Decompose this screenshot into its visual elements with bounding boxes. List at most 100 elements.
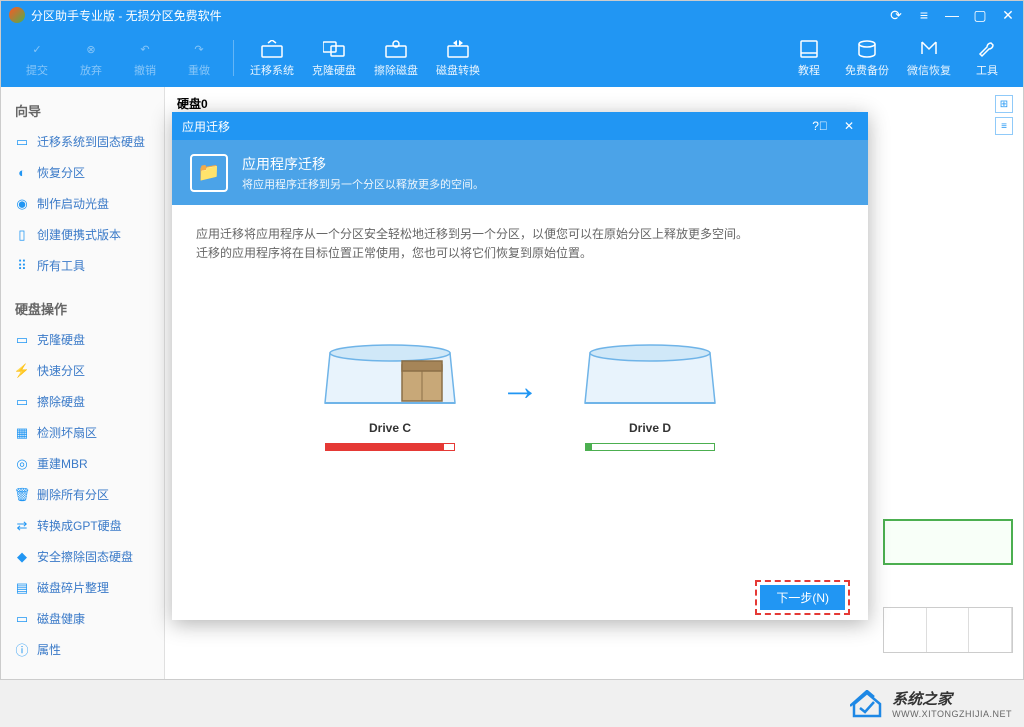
convert-icon <box>447 38 469 60</box>
sidebar-item-recover[interactable]: ◐ 恢复分区 <box>1 157 164 188</box>
sidebar-label: 磁盘健康 <box>37 610 85 627</box>
clone-button[interactable]: 克隆硬盘 <box>306 34 362 82</box>
sidebar-item-erase-disk[interactable]: ▭ 擦除硬盘 <box>1 386 164 417</box>
help-icon[interactable]: ?⃝ <box>808 119 832 133</box>
shield-icon: ◆ <box>15 550 29 564</box>
sidebar-item-migrate-ssd[interactable]: ▭迁移系统到固态硬盘 <box>1 126 164 157</box>
wizard-section-title: 向导 <box>1 95 164 126</box>
redo-label: 重做 <box>188 62 210 78</box>
wechat-button[interactable]: 微信恢复 <box>901 34 957 82</box>
source-drive: Drive C <box>320 323 460 451</box>
drive-d-label: Drive D <box>629 421 671 435</box>
undo-button[interactable]: ↶撤销 <box>121 34 169 82</box>
wrench-icon <box>976 38 998 60</box>
undo-icon: ↶ <box>134 38 156 60</box>
disk-label: 硬盘0 <box>171 93 1017 114</box>
redo-button[interactable]: ↷重做 <box>175 34 223 82</box>
sidebar-item-health[interactable]: ▭磁盘健康 <box>1 603 164 634</box>
migrate-button[interactable]: 迁移系统 <box>244 34 300 82</box>
sidebar-item-defrag[interactable]: ▤ 磁盘碎片整理 <box>1 572 164 603</box>
wechat-icon <box>918 38 940 60</box>
sidebar-label: 转换成GPT硬盘 <box>37 517 122 534</box>
sidebar-label: 恢复分区 <box>37 164 85 181</box>
submit-label: 提交 <box>26 62 48 78</box>
sidebar-label: 擦除硬盘 <box>37 393 85 410</box>
dialog-header-subtitle: 将应用程序迁移到另一个分区以释放更多的空间。 <box>242 176 484 192</box>
sidebar-label: 删除所有分区 <box>37 486 109 503</box>
dialog-body: 应用迁移将应用程序从一个分区安全轻松地迁移到另一个分区，以便您可以在原始分区上释… <box>172 205 868 575</box>
clone-disk-icon: ▭ <box>15 333 29 347</box>
sidebar: 向导 ▭迁移系统到固态硬盘 ◐ 恢复分区 ◉ 制作启动光盘 ▯ 创建便携式版本 ⠿所有… <box>1 87 165 679</box>
refresh-icon[interactable]: ⟳ <box>889 8 903 22</box>
target-drive: Drive D <box>580 323 720 451</box>
partition-bar-2[interactable] <box>883 607 1013 653</box>
minimize-icon[interactable]: — <box>945 8 959 22</box>
wechat-label: 微信恢复 <box>907 62 951 78</box>
erase-icon <box>385 38 407 60</box>
arrow-right-icon: → <box>500 365 540 410</box>
sidebar-label: 制作启动光盘 <box>37 195 109 212</box>
drive-c-label: Drive C <box>369 421 411 435</box>
sidebar-item-properties[interactable]: ⓘ属性 <box>1 634 164 665</box>
dialog-title: 应用迁移 <box>182 118 808 135</box>
watermark-cn: 系统之家 <box>892 688 1012 709</box>
folder-arrow-icon: 📁 <box>190 154 228 192</box>
disk-section-title: 硬盘操作 <box>1 293 164 324</box>
clone-icon <box>323 38 345 60</box>
sidebar-label: 检测坏扇区 <box>37 424 97 441</box>
view-list-icon[interactable]: ≡ <box>995 117 1013 135</box>
sidebar-item-secure-erase[interactable]: ◆ 安全擦除固态硬盘 <box>1 541 164 572</box>
next-button[interactable]: 下一步(N) <box>760 585 845 610</box>
view-grid-icon[interactable]: ⊞ <box>995 95 1013 113</box>
tools-button[interactable]: 工具 <box>963 34 1011 82</box>
migrate-icon <box>261 38 283 60</box>
sidebar-item-quick-partition[interactable]: ⚡快速分区 <box>1 355 164 386</box>
maximize-icon[interactable]: ▢ <box>973 8 987 22</box>
sidebar-item-badblock[interactable]: ▦检测坏扇区 <box>1 417 164 448</box>
sidebar-label: 安全擦除固态硬盘 <box>37 548 133 565</box>
backup-button[interactable]: 免费备份 <box>839 34 895 82</box>
sidebar-label: 快速分区 <box>37 362 85 379</box>
book-icon <box>798 38 820 60</box>
sidebar-item-alltools[interactable]: ⠿所有工具 <box>1 250 164 281</box>
drive-icon: ▭ <box>15 135 29 149</box>
dialog-close-icon[interactable]: ✕ <box>840 119 858 133</box>
tutorial-button[interactable]: 教程 <box>785 34 833 82</box>
sidebar-item-mbr[interactable]: ◎重建MBR <box>1 448 164 479</box>
sidebar-label: 磁盘碎片整理 <box>37 579 109 596</box>
disc-icon: ◉ <box>15 197 29 211</box>
recover-icon: ◐ <box>15 166 29 180</box>
window-title: 分区助手专业版 - 无损分区免费软件 <box>31 7 889 24</box>
partition-bar-1[interactable] <box>883 519 1013 565</box>
sidebar-label: 重建MBR <box>37 455 88 472</box>
app-logo-icon <box>9 7 25 23</box>
erase-button[interactable]: 擦除磁盘 <box>368 34 424 82</box>
sidebar-label: 创建便携式版本 <box>37 226 121 243</box>
dialog-header: 📁 应用程序迁移 将应用程序迁移到另一个分区以释放更多的空间。 <box>172 140 868 205</box>
convert-label: 磁盘转换 <box>436 62 480 78</box>
sidebar-item-delete-all[interactable]: 🗑删除所有分区 <box>1 479 164 510</box>
erase-label: 擦除磁盘 <box>374 62 418 78</box>
convert-button[interactable]: 磁盘转换 <box>430 34 486 82</box>
menu-icon[interactable]: ≡ <box>917 8 931 22</box>
drive-illustration: Drive C → Drive D <box>196 323 844 451</box>
check-icon: ✓ <box>26 38 48 60</box>
sidebar-item-clone-disk[interactable]: ▭ 克隆硬盘 <box>1 324 164 355</box>
house-icon <box>850 690 884 718</box>
sidebar-item-portable[interactable]: ▯ 创建便携式版本 <box>1 219 164 250</box>
sidebar-label: 所有工具 <box>37 257 85 274</box>
sidebar-label: 克隆硬盘 <box>37 331 85 348</box>
dialog-header-title: 应用程序迁移 <box>242 154 484 174</box>
abandon-button[interactable]: ⊗放弃 <box>67 34 115 82</box>
backup-icon <box>856 38 878 60</box>
close-icon[interactable]: ✕ <box>1001 8 1015 22</box>
sidebar-item-bootdisk[interactable]: ◉ 制作启动光盘 <box>1 188 164 219</box>
sidebar-item-gpt[interactable]: ⇄转换成GPT硬盘 <box>1 510 164 541</box>
defrag-icon: ▤ <box>15 581 29 595</box>
submit-button[interactable]: ✓ 提交 <box>13 34 61 82</box>
erase-disk-icon: ▭ <box>15 395 29 409</box>
portable-icon: ▯ <box>15 228 29 242</box>
drive-c-icon <box>320 323 460 413</box>
dialog-footer: 下一步(N) <box>172 575 868 620</box>
tools-label: 工具 <box>976 62 998 78</box>
